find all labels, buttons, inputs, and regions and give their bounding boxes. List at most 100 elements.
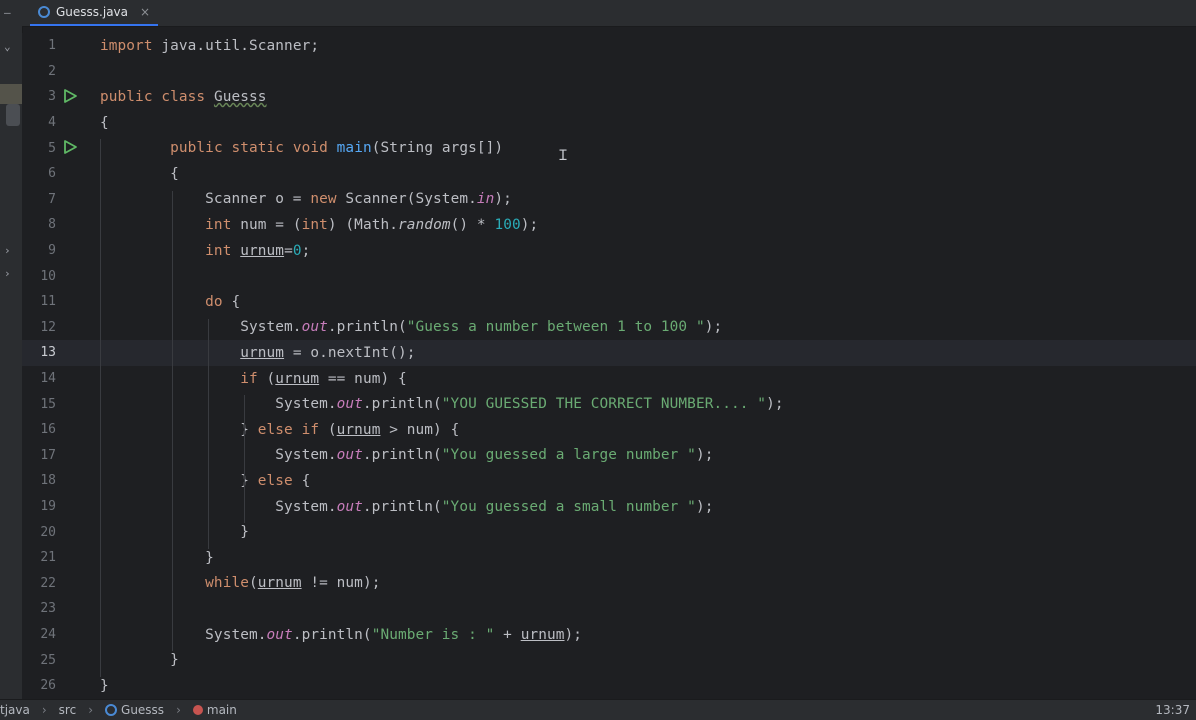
code-text: } else if (urnum > num) { <box>100 421 460 438</box>
tool-window-button[interactable] <box>6 104 20 126</box>
chevron-right-icon[interactable]: › <box>4 244 11 257</box>
code-text: { <box>100 114 109 131</box>
status-bar: tjava › src › Guesss › main 13:37 <box>0 699 1196 720</box>
code-line[interactable]: 9 int urnum=0; <box>22 238 1196 264</box>
breadcrumb: tjava › src › Guesss › main <box>0 703 237 717</box>
line-number: 21 <box>40 550 56 566</box>
code-line[interactable]: 26} <box>22 673 1196 699</box>
tool-window-marker <box>0 84 22 104</box>
code-line[interactable]: 5 public static void main(String args[]) <box>22 135 1196 161</box>
tab-guesss-java[interactable]: Guesss.java × <box>30 0 159 26</box>
line-number: 15 <box>40 396 56 412</box>
method-icon <box>192 705 203 715</box>
code-line[interactable]: 22 while(urnum != num); <box>22 571 1196 597</box>
breadcrumb-project[interactable]: tjava <box>0 703 30 717</box>
code-line[interactable]: 16 } else if (urnum > num) { <box>22 417 1196 443</box>
code-line[interactable]: 8 int num = (int) (Math.random() * 100); <box>22 212 1196 238</box>
code-text: System.out.println("YOU GUESSED THE CORR… <box>100 396 784 413</box>
code-text: System.out.println("Guess a number betwe… <box>100 319 723 336</box>
line-number: 20 <box>40 524 56 540</box>
code-line[interactable]: 3 public class Guesss <box>22 84 1196 110</box>
breadcrumb-method[interactable]: main <box>207 703 237 717</box>
code-text: System.out.println("You guessed a large … <box>100 447 714 464</box>
code-line[interactable]: 15 System.out.println("YOU GUESSED THE C… <box>22 391 1196 417</box>
code-line[interactable]: 20 } <box>22 519 1196 545</box>
line-number: 22 <box>40 575 56 591</box>
line-number: 25 <box>40 652 56 668</box>
code-text: } <box>100 549 214 566</box>
code-text: if (urnum == num) { <box>240 370 407 387</box>
java-class-icon <box>38 6 50 18</box>
line-number: 11 <box>40 294 56 310</box>
code-line[interactable]: 1 import java.util.Scanner; <box>22 33 1196 59</box>
code-line[interactable]: 23 <box>22 596 1196 622</box>
code-text: public static void main(String args[]) <box>170 140 504 157</box>
line-number: 2 <box>48 63 56 79</box>
line-number: 7 <box>48 191 56 207</box>
close-icon[interactable]: × <box>140 5 150 19</box>
code-text: do { <box>205 293 241 310</box>
code-text: while(urnum != num); <box>205 575 381 592</box>
code-text: urnum = o.nextInt(); <box>240 344 416 361</box>
chevron-down-icon[interactable]: ⌄ <box>4 40 11 53</box>
text-cursor-icon: Ｉ <box>556 148 570 164</box>
code-line[interactable]: 25 } <box>22 647 1196 673</box>
line-number: 16 <box>40 422 56 438</box>
code-text: int num = (int) (Math.random() * 100); <box>205 216 539 233</box>
indent-guide <box>208 318 209 549</box>
code-line[interactable]: 21 } <box>22 545 1196 571</box>
line-number: 9 <box>48 243 56 259</box>
line-number: 23 <box>40 601 56 617</box>
code-line[interactable]: 17 System.out.println("You guessed a lar… <box>22 443 1196 469</box>
chevron-right-icon: › <box>176 703 181 717</box>
code-line[interactable]: 2 <box>22 59 1196 85</box>
line-number: 6 <box>48 166 56 182</box>
java-class-icon <box>105 704 118 716</box>
code-text: } <box>100 524 249 541</box>
indent-guide <box>100 139 101 677</box>
line-number: 17 <box>40 447 56 463</box>
code-line[interactable]: 24 System.out.println("Number is : " + u… <box>22 622 1196 648</box>
breadcrumb-class[interactable]: Guesss <box>121 703 164 717</box>
line-number: 12 <box>40 319 56 335</box>
code-editor[interactable]: 1 import java.util.Scanner; 2 3 public class… <box>22 33 1196 699</box>
line-number: 26 <box>40 678 56 694</box>
code-text: import java.util.Scanner; <box>100 37 320 54</box>
code-text: System.out.println("You guessed a small … <box>100 498 714 515</box>
line-number: 3 <box>48 89 56 105</box>
left-tool-strip: – ⌄ › › <box>0 0 23 700</box>
minimize-icon[interactable]: – <box>4 6 11 19</box>
code-line[interactable]: 18 } else { <box>22 468 1196 494</box>
chevron-right-icon[interactable]: › <box>4 267 11 280</box>
code-line[interactable]: 12 System.out.println("Guess a number be… <box>22 315 1196 341</box>
tab-title: Guesss.java <box>56 5 128 19</box>
code-line[interactable]: 11 do { <box>22 289 1196 315</box>
line-number: 14 <box>40 371 56 387</box>
chevron-right-icon: › <box>41 703 47 717</box>
line-number: 5 <box>48 140 56 156</box>
cursor-position[interactable]: 13:37 <box>1155 703 1190 717</box>
chevron-right-icon: › <box>88 703 94 717</box>
line-number: 13 <box>40 345 56 361</box>
code-text: Scanner o = new Scanner(System.in); <box>100 191 512 208</box>
line-number: 18 <box>40 473 56 489</box>
code-text: } <box>100 652 179 669</box>
code-line[interactable]: 7 Scanner o = new Scanner(System.in); <box>22 187 1196 213</box>
code-line[interactable]: 6 { <box>22 161 1196 187</box>
code-text: } <box>100 677 109 694</box>
indent-guide <box>244 395 245 524</box>
code-text: { <box>100 165 179 182</box>
code-line[interactable]: 4{ <box>22 110 1196 136</box>
code-line[interactable]: 13 urnum = o.nextInt(); <box>22 340 1196 366</box>
code-line[interactable]: 19 System.out.println("You guessed a sma… <box>22 494 1196 520</box>
line-number: 1 <box>48 38 56 54</box>
code-line[interactable]: 14 if (urnum == num) { <box>22 366 1196 392</box>
line-number: 19 <box>40 499 56 515</box>
breadcrumb-src[interactable]: src <box>59 703 77 717</box>
line-number: 24 <box>40 627 56 643</box>
run-icon[interactable] <box>62 139 78 159</box>
run-icon[interactable] <box>62 88 78 108</box>
code-line[interactable]: 10 <box>22 263 1196 289</box>
line-number: 8 <box>48 217 56 233</box>
code-text: int urnum=0; <box>205 242 311 259</box>
